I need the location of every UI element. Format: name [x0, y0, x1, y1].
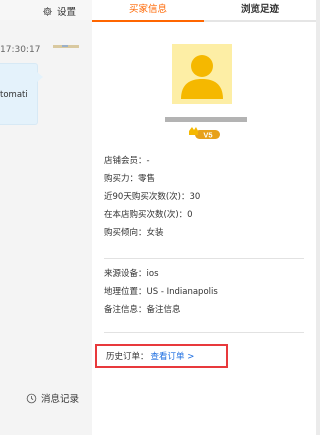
- settings-button[interactable]: 设置: [42, 4, 76, 18]
- user-avatar-icon: [181, 55, 223, 99]
- message-timestamp: 17:30:17: [0, 45, 41, 55]
- divider: [104, 258, 304, 259]
- chat-header: 设置: [0, 0, 92, 20]
- message-history-button[interactable]: 消息记录: [26, 391, 79, 405]
- tab-buyer-info[interactable]: 买家信息: [92, 0, 204, 22]
- store-purchases-label: 在本店购买次数(次)：: [104, 210, 188, 220]
- chat-panel: 设置 17:30:17 tomati 消息记录: [0, 0, 92, 435]
- buyer-info-panel: 买家信息 浏览足迹 V5 店铺会员：- 购买力：零售 近90天购买次数(次)：3…: [92, 0, 316, 435]
- buyer-stats: 店铺会员：- 购买力：零售 近90天购买次数(次)：30 在本店购买次数(次)：…: [104, 152, 304, 242]
- settings-label: 设置: [57, 7, 77, 18]
- source-device-line: 来源设备：ios: [104, 265, 304, 283]
- tab-bar: 买家信息 浏览足迹: [92, 0, 316, 22]
- purchase-tendency-line: 购买倾向：女装: [104, 224, 304, 242]
- username-redacted: [165, 117, 247, 122]
- tab-browsing-history[interactable]: 浏览足迹: [204, 0, 316, 22]
- order-history-box: 历史订单： 查看订单 >: [95, 344, 228, 368]
- store-purchases-line: 在本店购买次数(次)：0: [104, 206, 304, 224]
- recent90-purchases-line: 近90天购买次数(次)：30: [104, 188, 304, 206]
- location-label: 地理位置：: [104, 287, 147, 297]
- order-history-label: 历史订单：: [106, 352, 149, 362]
- note-value[interactable]: 备注信息: [147, 305, 181, 315]
- message-bubble[interactable]: tomati: [0, 63, 43, 125]
- note-line: 备注信息：备注信息: [104, 301, 304, 319]
- recent90-label: 近90天购买次数(次)：: [104, 192, 190, 202]
- source-device-value: ios: [146, 269, 159, 279]
- purchasing-power-label: 购买力：: [104, 174, 139, 184]
- shop-member-line: 店铺会员：-: [104, 156, 150, 166]
- source-device-label: 来源设备：: [104, 269, 147, 279]
- view-orders-link[interactable]: 查看订单 >: [151, 350, 195, 362]
- level-badge-label: V5: [203, 130, 212, 139]
- location-line: 地理位置：US - Indianapolis: [104, 283, 304, 301]
- tendency-value: 女装: [146, 228, 164, 238]
- note-label: 备注信息：: [104, 305, 147, 315]
- location-value: US - Indianapolis: [146, 287, 218, 297]
- message-text: tomati: [0, 90, 28, 100]
- purchasing-power-line: 购买力：零售: [104, 170, 304, 188]
- sender-avatar-icon: [53, 45, 79, 48]
- divider: [104, 332, 304, 333]
- device-info: 来源设备：ios 地理位置：US - Indianapolis 备注信息：备注信…: [104, 265, 304, 319]
- gear-icon: [43, 6, 52, 16]
- avatar: [172, 44, 232, 104]
- store-purchases-value: 0: [187, 210, 193, 220]
- tendency-label: 购买倾向：: [104, 228, 147, 238]
- message-history-label: 消息记录: [41, 394, 80, 405]
- level-badge-icon: V5: [189, 127, 220, 139]
- clock-icon: [26, 393, 37, 403]
- purchasing-power-value: 零售: [138, 174, 156, 184]
- recent90-value: 30: [189, 192, 201, 202]
